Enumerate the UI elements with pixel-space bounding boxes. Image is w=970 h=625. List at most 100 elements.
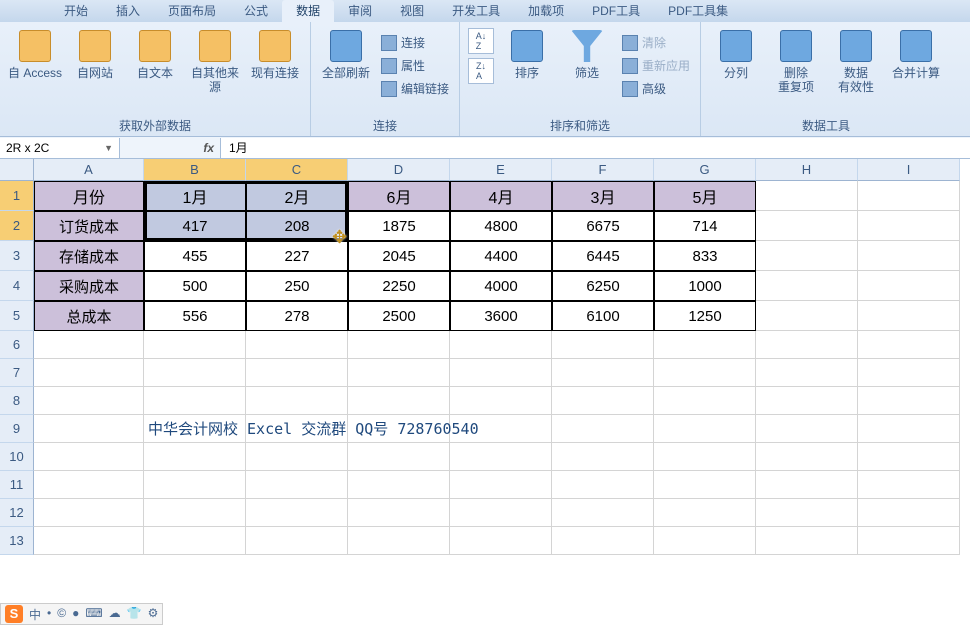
cell-B9[interactable]: 中华会计网校 Excel 交流群 QQ号 728760540 <box>144 415 246 443</box>
name-box[interactable]: 2R x 2C ▼ <box>0 138 120 158</box>
cell-F11[interactable] <box>552 471 654 499</box>
cell-E11[interactable] <box>450 471 552 499</box>
col-header-E[interactable]: E <box>450 159 552 181</box>
btn-数据有效性[interactable]: 数据有效性 <box>827 26 885 94</box>
tab-公式[interactable]: 公式 <box>230 0 282 22</box>
ime-char[interactable]: ⚙ <box>148 606 159 623</box>
cell-I5[interactable] <box>858 301 960 331</box>
btn-自文本[interactable]: 自文本 <box>126 26 184 80</box>
btn-属性[interactable]: 属性 <box>377 55 453 76</box>
row-header-4[interactable]: 4 <box>0 271 34 301</box>
col-header-C[interactable]: C <box>246 159 348 181</box>
cell-F7[interactable] <box>552 359 654 387</box>
cell-E5[interactable]: 3600 <box>450 301 552 331</box>
cell-H6[interactable] <box>756 331 858 359</box>
formula-input[interactable]: 1月 <box>220 138 970 158</box>
cell-B5[interactable]: 556 <box>144 301 246 331</box>
cell-C6[interactable] <box>246 331 348 359</box>
row-header-13[interactable]: 13 <box>0 527 34 555</box>
btn-现有连接[interactable]: 现有连接 <box>246 26 304 80</box>
tab-开发工具[interactable]: 开发工具 <box>438 0 514 22</box>
tab-PDF工具[interactable]: PDF工具 <box>578 0 654 22</box>
ime-char[interactable]: ☁ <box>109 606 121 623</box>
cell-I6[interactable] <box>858 331 960 359</box>
row-header-6[interactable]: 6 <box>0 331 34 359</box>
cell-H12[interactable] <box>756 499 858 527</box>
cell-H8[interactable] <box>756 387 858 415</box>
cell-I12[interactable] <box>858 499 960 527</box>
cell-D8[interactable] <box>348 387 450 415</box>
cell-A5[interactable]: 总成本 <box>34 301 144 331</box>
fx-icon[interactable]: fx <box>203 141 214 155</box>
cell-F4[interactable]: 6250 <box>552 271 654 301</box>
cell-F2[interactable]: 6675 <box>552 211 654 241</box>
cell-F8[interactable] <box>552 387 654 415</box>
cell-I3[interactable] <box>858 241 960 271</box>
cell-A9[interactable] <box>34 415 144 443</box>
col-header-I[interactable]: I <box>858 159 960 181</box>
tab-审阅[interactable]: 审阅 <box>334 0 386 22</box>
sort-desc-button[interactable]: Z↓A <box>468 58 494 84</box>
cell-E1[interactable]: 4月 <box>450 181 552 211</box>
row-header-1[interactable]: 1 <box>0 181 34 211</box>
btn-高级[interactable]: 高级 <box>618 78 694 99</box>
col-header-G[interactable]: G <box>654 159 756 181</box>
cell-B8[interactable] <box>144 387 246 415</box>
row-header-3[interactable]: 3 <box>0 241 34 271</box>
cell-E3[interactable]: 4400 <box>450 241 552 271</box>
cell-D13[interactable] <box>348 527 450 555</box>
btn-自网站[interactable]: 自网站 <box>66 26 124 80</box>
btn-删除重复项[interactable]: 删除重复项 <box>767 26 825 94</box>
cell-B2[interactable]: 417 <box>144 211 246 241</box>
cell-B13[interactable] <box>144 527 246 555</box>
btn-自其他来源[interactable]: 自其他来源 <box>186 26 244 94</box>
ime-char[interactable]: ● <box>72 606 79 623</box>
cell-F10[interactable] <box>552 443 654 471</box>
cell-D3[interactable]: 2045 <box>348 241 450 271</box>
cell-E10[interactable] <box>450 443 552 471</box>
cell-G5[interactable]: 1250 <box>654 301 756 331</box>
cell-A2[interactable]: 订货成本 <box>34 211 144 241</box>
cell-G8[interactable] <box>654 387 756 415</box>
row-header-10[interactable]: 10 <box>0 443 34 471</box>
cell-I10[interactable] <box>858 443 960 471</box>
ime-bar[interactable]: S 中•©●⌨☁👕⚙ <box>0 603 163 625</box>
cell-F5[interactable]: 6100 <box>552 301 654 331</box>
cell-H10[interactable] <box>756 443 858 471</box>
cell-C8[interactable] <box>246 387 348 415</box>
cell-D7[interactable] <box>348 359 450 387</box>
cell-A3[interactable]: 存储成本 <box>34 241 144 271</box>
tab-PDF工具集[interactable]: PDF工具集 <box>654 0 742 22</box>
sort-asc-button[interactable]: A↓Z <box>468 28 494 54</box>
cell-G1[interactable]: 5月 <box>654 181 756 211</box>
cell-B10[interactable] <box>144 443 246 471</box>
cell-G13[interactable] <box>654 527 756 555</box>
cell-H9[interactable] <box>756 415 858 443</box>
cell-A11[interactable] <box>34 471 144 499</box>
row-header-11[interactable]: 11 <box>0 471 34 499</box>
cell-C1[interactable]: 2月 <box>246 181 348 211</box>
ime-char[interactable]: 中 <box>29 606 41 623</box>
cell-I7[interactable] <box>858 359 960 387</box>
cell-A6[interactable] <box>34 331 144 359</box>
cell-G7[interactable] <box>654 359 756 387</box>
cell-H11[interactable] <box>756 471 858 499</box>
cell-A13[interactable] <box>34 527 144 555</box>
cell-D11[interactable] <box>348 471 450 499</box>
tab-视图[interactable]: 视图 <box>386 0 438 22</box>
cell-G11[interactable] <box>654 471 756 499</box>
cell-A8[interactable] <box>34 387 144 415</box>
ime-char[interactable]: © <box>57 606 66 623</box>
tab-插入[interactable]: 插入 <box>102 0 154 22</box>
cell-H3[interactable] <box>756 241 858 271</box>
cell-B3[interactable]: 455 <box>144 241 246 271</box>
cell-E6[interactable] <box>450 331 552 359</box>
tab-数据[interactable]: 数据 <box>282 0 334 22</box>
cell-G6[interactable] <box>654 331 756 359</box>
btn-合并计算[interactable]: 合并计算 <box>887 26 945 80</box>
tab-页面布局[interactable]: 页面布局 <box>154 0 230 22</box>
cell-C13[interactable] <box>246 527 348 555</box>
tab-开始[interactable]: 开始 <box>50 0 102 22</box>
cell-F3[interactable]: 6445 <box>552 241 654 271</box>
cell-D5[interactable]: 2500 <box>348 301 450 331</box>
